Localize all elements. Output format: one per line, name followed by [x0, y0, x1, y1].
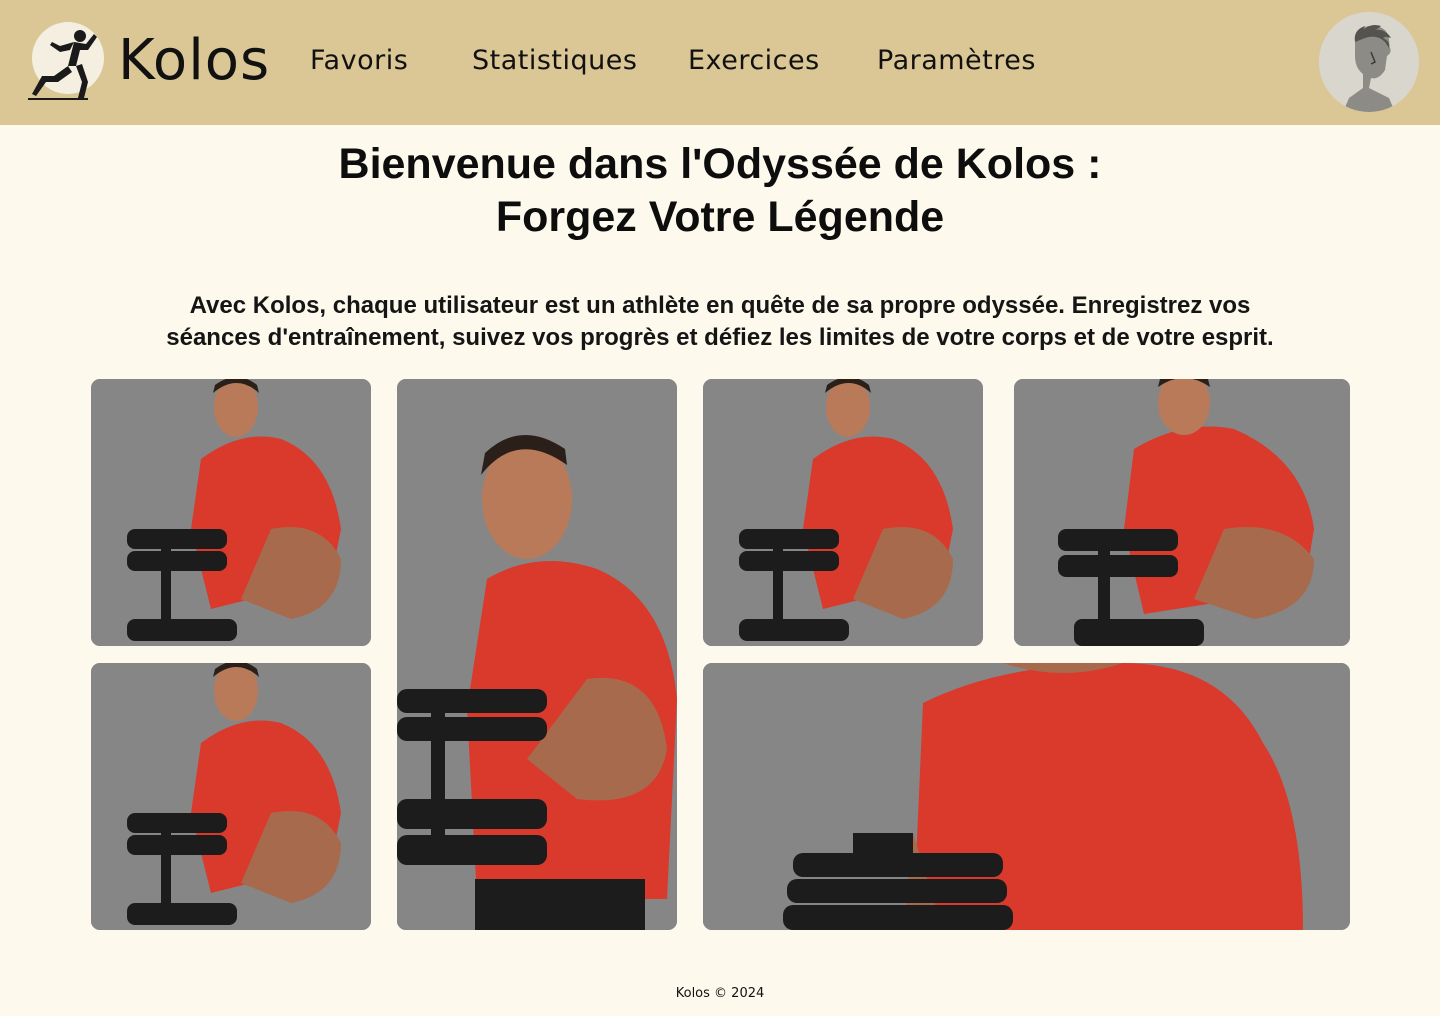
athlete-dumbbell-photo-icon [1014, 379, 1350, 646]
gallery-tile-1[interactable] [91, 379, 371, 646]
gallery-tile-6[interactable] [703, 663, 1350, 930]
nav-item-statistiques[interactable]: Statistiques [472, 44, 637, 78]
athlete-dumbbell-photo-icon [91, 379, 371, 646]
gallery-tile-5[interactable] [91, 663, 371, 930]
top-navigation-bar: Kolos Favoris Statistiques Exercices Par… [0, 0, 1440, 125]
user-avatar[interactable] [1319, 12, 1419, 112]
nav-item-favoris[interactable]: Favoris [310, 44, 408, 78]
athlete-torso-closeup-photo-icon [703, 663, 1350, 930]
hero-description: Avec Kolos, chaque utilisateur est un at… [90, 290, 1350, 354]
footer-copyright: Kolos © 2024 [675, 986, 765, 1001]
gallery-tile-4[interactable] [1014, 379, 1350, 646]
nav-item-parametres[interactable]: Paramètres [877, 44, 1036, 78]
athlete-dumbbell-photo-icon [91, 663, 371, 930]
brand-name[interactable]: Kolos [118, 28, 270, 94]
gallery-tile-3[interactable] [703, 379, 983, 646]
hero-title: Bienvenue dans l'Odyssée de Kolos : Forg… [0, 138, 1440, 244]
athlete-dumbbell-photo-icon [703, 379, 983, 646]
nav-item-exercices[interactable]: Exercices [688, 44, 820, 78]
gallery-tile-2[interactable] [397, 379, 677, 930]
athlete-dumbbell-photo-icon [397, 379, 677, 930]
hero-title-line-1: Bienvenue dans l'Odyssée de Kolos : [338, 140, 1102, 188]
statue-bust-icon [1319, 12, 1419, 112]
runner-logo-icon[interactable] [24, 20, 110, 104]
hero-description-line-1: Avec Kolos, chaque utilisateur est un at… [189, 292, 1251, 319]
hero-title-line-2: Forgez Votre Légende [495, 193, 945, 241]
hero-description-line-2: séances d'entraînement, suivez vos progr… [166, 324, 1274, 351]
